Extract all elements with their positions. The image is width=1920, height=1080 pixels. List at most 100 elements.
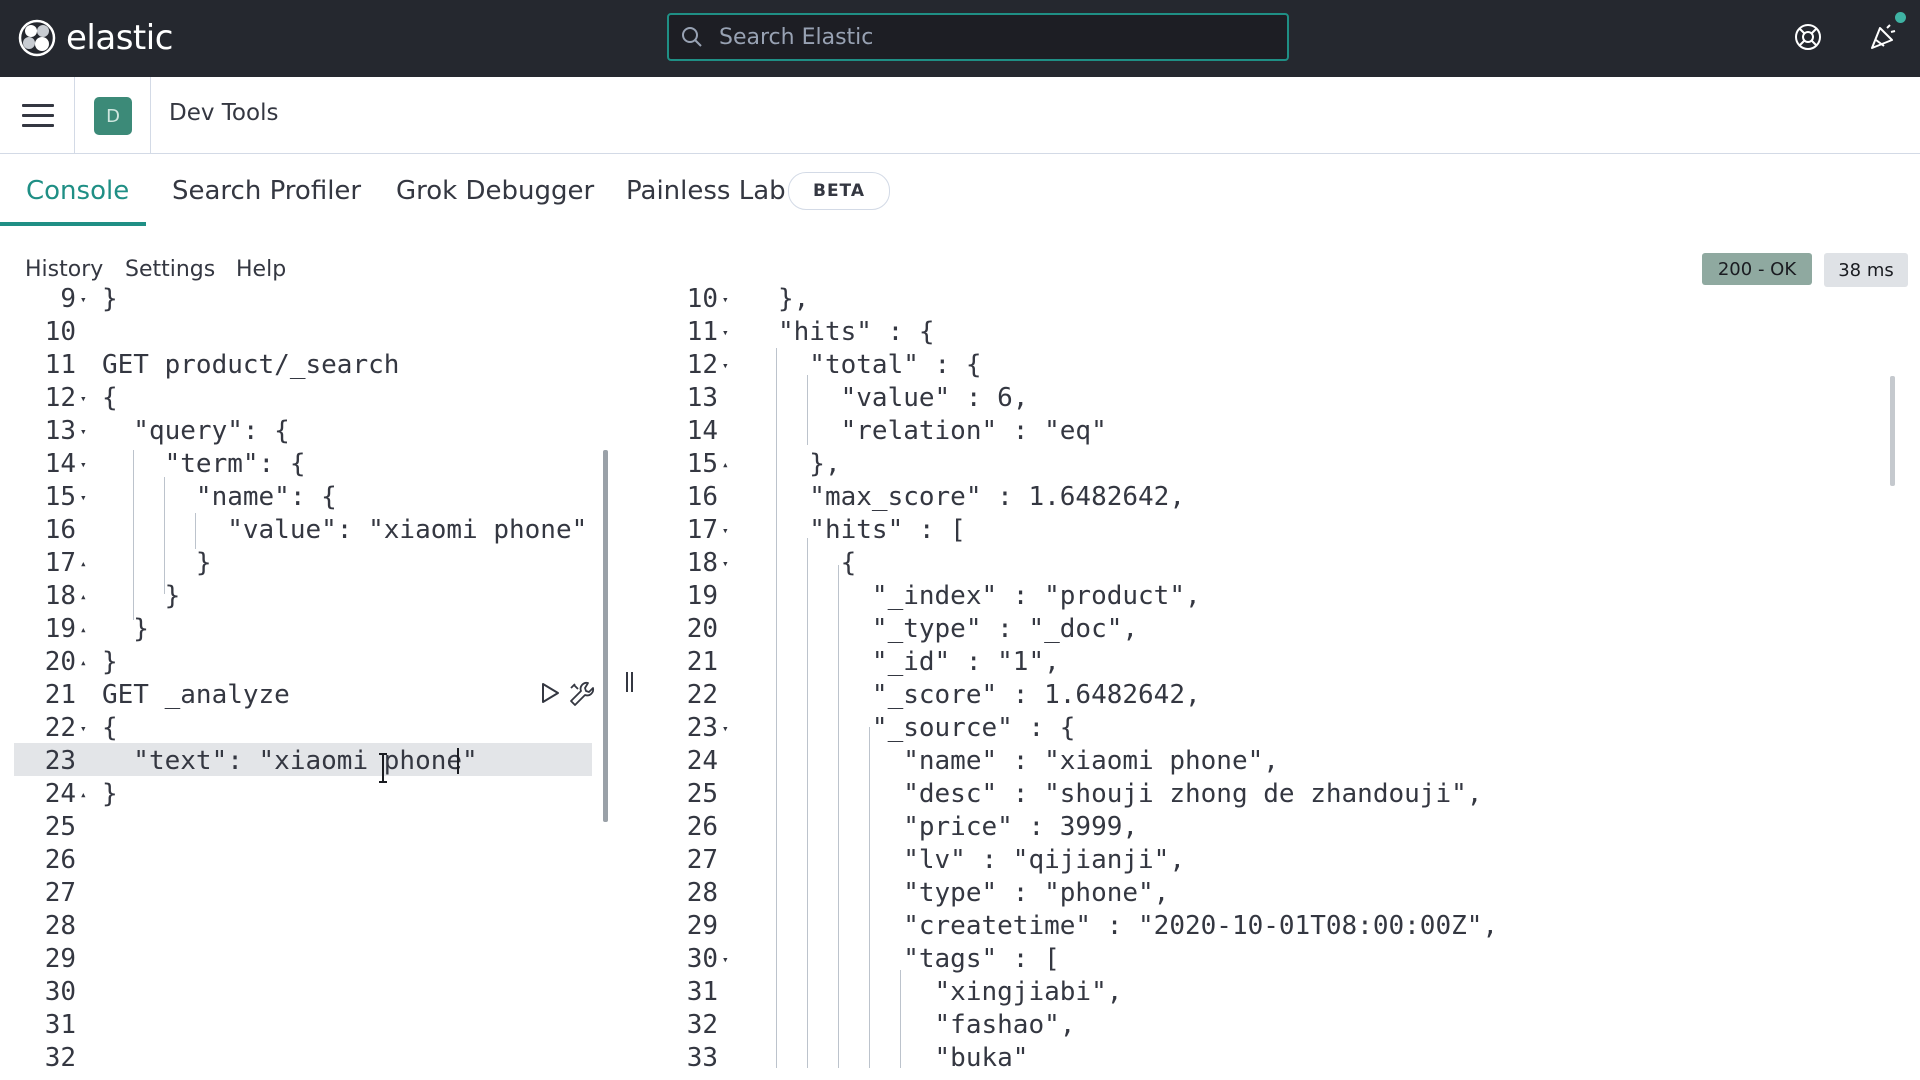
- code-line[interactable]: 27 "lv" : "qijianji",: [0, 844, 1185, 877]
- hamburger-menu-icon[interactable]: [22, 104, 54, 128]
- wrench-icon[interactable]: [568, 680, 596, 708]
- fold-toggle-icon[interactable]: ▴: [80, 613, 87, 646]
- fold-toggle-icon[interactable]: ▾: [722, 547, 729, 580]
- code-line[interactable]: 14 "relation" : "eq": [0, 415, 1107, 448]
- search-input[interactable]: [717, 23, 1281, 51]
- code-line[interactable]: 33 "buka": [0, 1042, 1029, 1075]
- editor-pane-resizer[interactable]: [625, 672, 635, 694]
- code-text: }: [102, 548, 212, 578]
- line-number: 17: [686, 515, 718, 545]
- space-avatar[interactable]: D: [94, 97, 132, 135]
- fold-toggle-icon[interactable]: ▾: [722, 283, 729, 316]
- code-line[interactable]: 32 "fashao",: [0, 1009, 1076, 1042]
- search-icon: [682, 27, 702, 47]
- line-number: 25: [44, 812, 76, 842]
- line-number: 20: [44, 647, 76, 677]
- code-text: "_type" : "_doc",: [778, 614, 1139, 644]
- code-text: },: [778, 449, 841, 479]
- fold-toggle-icon[interactable]: ▾: [722, 712, 729, 745]
- line-number: 24: [686, 746, 718, 776]
- code-text: "buka": [778, 1043, 1029, 1073]
- text-cursor: [457, 748, 459, 774]
- fold-toggle-icon[interactable]: ▾: [80, 415, 87, 448]
- code-text: "value": "xiaomi phone": [102, 515, 588, 545]
- indent-guide: [869, 727, 870, 1068]
- code-text: "hits" : {: [778, 317, 935, 347]
- code-text: }: [102, 581, 181, 611]
- response-editor-scrollbar[interactable]: [1890, 376, 1895, 486]
- line-number: 28: [44, 911, 76, 941]
- line-number: 13: [44, 416, 76, 446]
- fold-toggle-icon[interactable]: ▴: [80, 547, 87, 580]
- code-line[interactable]: 28 "type" : "phone",: [0, 877, 1170, 910]
- play-icon[interactable]: [540, 682, 560, 704]
- header-divider: [150, 77, 151, 153]
- code-line[interactable]: 21 "_id" : "1",: [0, 646, 1060, 679]
- global-search[interactable]: [667, 13, 1289, 61]
- code-text: "fashao",: [778, 1010, 1076, 1040]
- line-number: 18: [44, 581, 76, 611]
- request-time-badge: 38 ms: [1824, 253, 1908, 287]
- line-number: 9: [60, 284, 76, 314]
- code-line[interactable]: 17 ▾ "hits" : [: [0, 514, 966, 547]
- fold-toggle-icon[interactable]: ▾: [722, 943, 729, 976]
- line-number: 29: [44, 944, 76, 974]
- code-text: "xingjiabi",: [778, 977, 1123, 1007]
- code-line[interactable]: 26 "price" : 3999,: [0, 811, 1138, 844]
- line-number: 29: [686, 911, 718, 941]
- help-lifebuoy-icon[interactable]: [1793, 22, 1823, 52]
- code-line[interactable]: 19 "_index" : "product",: [0, 580, 1201, 613]
- code-line[interactable]: 10 ▾},: [0, 283, 810, 316]
- code-text: "price" : 3999,: [778, 812, 1139, 842]
- code-line[interactable]: 20 "_type" : "_doc",: [0, 613, 1138, 646]
- line-number: 20: [686, 614, 718, 644]
- fold-toggle-icon[interactable]: ▴: [80, 580, 87, 613]
- fold-toggle-icon[interactable]: ▾: [80, 712, 87, 745]
- code-line[interactable]: 29 "createtime" : "2020-10-01T08:00:00Z"…: [0, 910, 1498, 943]
- code-text: "createtime" : "2020-10-01T08:00:00Z",: [778, 911, 1499, 941]
- line-number: 24: [44, 779, 76, 809]
- fold-toggle-icon[interactable]: ▾: [80, 481, 87, 514]
- code-line[interactable]: 31 "xingjiabi",: [0, 976, 1123, 1009]
- fold-toggle-icon[interactable]: ▾: [722, 514, 729, 547]
- code-line[interactable]: 22 "_score" : 1.6482642,: [0, 679, 1201, 712]
- fold-toggle-icon[interactable]: ▾: [80, 448, 87, 481]
- newsfeed-unread-dot: [1895, 12, 1906, 23]
- tab-grok-debugger[interactable]: Grok Debugger: [396, 176, 594, 206]
- fold-toggle-icon[interactable]: ▴: [722, 448, 729, 481]
- code-line[interactable]: 15 ▴ },: [0, 448, 841, 481]
- code-line[interactable]: 25 "desc" : "shouji zhong de zhandouji",: [0, 778, 1483, 811]
- code-line[interactable]: 16 "max_score" : 1.6482642,: [0, 481, 1185, 514]
- code-line[interactable]: 13 "value" : 6,: [0, 382, 1029, 415]
- settings-link[interactable]: Settings: [125, 257, 215, 282]
- brand-name: elastic: [66, 18, 173, 58]
- fold-toggle-icon[interactable]: ▾: [80, 283, 87, 316]
- code-line[interactable]: 18 ▾ {: [0, 547, 857, 580]
- fold-toggle-icon[interactable]: ▴: [80, 646, 87, 679]
- code-text: },: [778, 284, 810, 314]
- code-line[interactable]: 12 ▾ "total" : {: [0, 349, 982, 382]
- fold-toggle-icon[interactable]: ▾: [722, 316, 729, 349]
- line-number: 14: [686, 416, 718, 446]
- code-line[interactable]: 30 ▾ "tags" : [: [0, 943, 1060, 976]
- elastic-logo[interactable]: elastic: [18, 18, 173, 58]
- fold-toggle-icon[interactable]: ▴: [80, 778, 87, 811]
- fold-toggle-icon[interactable]: ▾: [722, 349, 729, 382]
- code-line[interactable]: 23 ▾ "_source" : {: [0, 712, 1076, 745]
- code-line[interactable]: 11 ▾ "hits" : {: [0, 316, 935, 349]
- help-link[interactable]: Help: [236, 257, 286, 282]
- code-text: GET product/_search: [102, 350, 400, 380]
- code-text: "total" : {: [778, 350, 982, 380]
- history-link[interactable]: History: [25, 257, 103, 282]
- code-line[interactable]: 24 "name" : "xiaomi phone",: [0, 745, 1279, 778]
- request-editor-scrollbar[interactable]: [603, 450, 608, 822]
- line-number: 32: [44, 1043, 76, 1073]
- tab-console[interactable]: Console: [26, 176, 129, 206]
- line-number: 14: [44, 449, 76, 479]
- fold-toggle-icon[interactable]: ▾: [80, 382, 87, 415]
- tab-painless-lab[interactable]: Painless Lab: [626, 176, 786, 206]
- tab-search-profiler[interactable]: Search Profiler: [172, 176, 361, 206]
- code-text: "max_score" : 1.6482642,: [778, 482, 1185, 512]
- indent-guide: [776, 348, 777, 1068]
- newsfeed-icon[interactable]: [1866, 20, 1900, 54]
